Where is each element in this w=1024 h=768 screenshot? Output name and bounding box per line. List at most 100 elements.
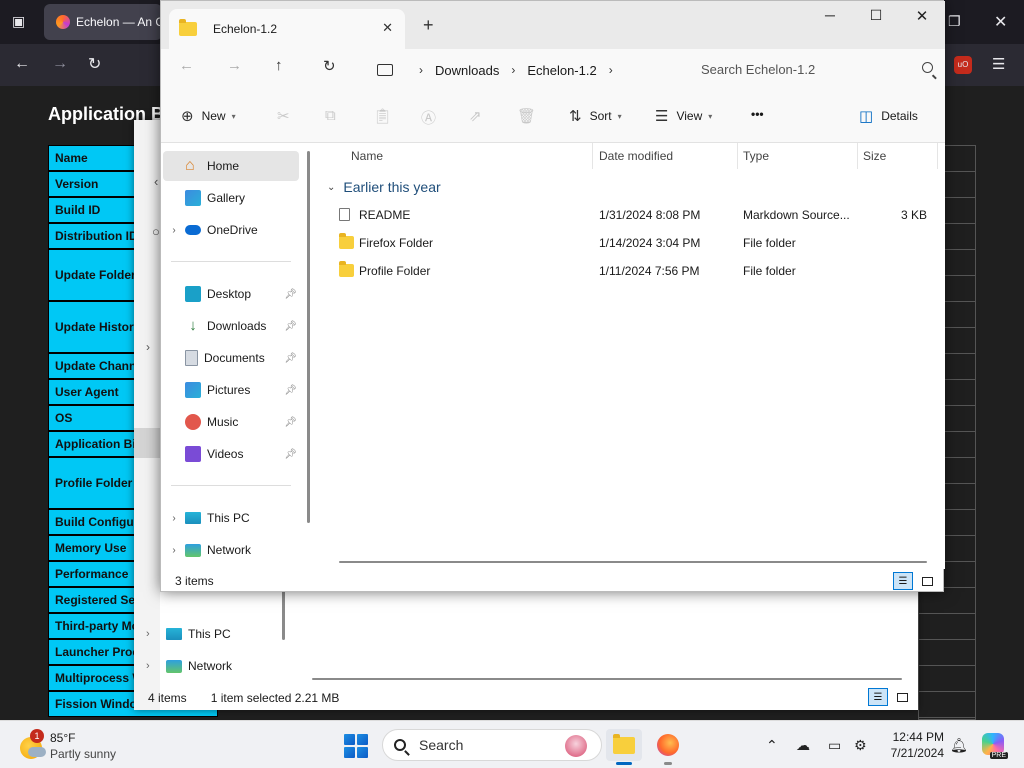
expand-chevron-icon[interactable]: › [163, 225, 185, 236]
close-button[interactable]: ✕ [899, 7, 945, 27]
chevron-right-icon[interactable]: › [609, 63, 613, 77]
firefox-tab[interactable]: Echelon — An C [44, 4, 162, 40]
tiles-view-button[interactable] [917, 572, 937, 590]
reload-icon[interactable]: ↻ [88, 54, 101, 74]
details-view-button[interactable]: ☰ [868, 688, 888, 706]
details-pane-button[interactable]: ◫ Details [859, 107, 918, 125]
sidebar-item-network[interactable]: › Network [163, 535, 299, 565]
expand-chevron-icon[interactable]: › [146, 340, 150, 354]
address-bar: ← → ↑ ↻ › Downloads › Echelon-1.2 › Sear… [161, 49, 945, 89]
notification-badge: 1 [30, 729, 44, 743]
status-bar: 3 items [161, 569, 945, 593]
refresh-icon[interactable]: ○ [152, 224, 160, 239]
sidebar-item-home[interactable]: ⌂ Home [163, 151, 299, 181]
chevron-right-icon[interactable]: › [419, 63, 423, 77]
horizontal-scrollbar[interactable] [339, 561, 927, 563]
details-view-button[interactable]: ☰ [893, 572, 913, 590]
sidebar-item-documents[interactable]: Documents 📌︎ [163, 343, 299, 373]
view-button[interactable]: ☰ View ▾ [655, 107, 712, 125]
breadcrumb[interactable]: › Downloads › Echelon-1.2 › [369, 56, 685, 84]
column-header-name[interactable]: Name [351, 149, 383, 163]
expand-chevron-icon[interactable]: › [146, 660, 166, 672]
display-icon[interactable]: ▭ [828, 737, 841, 754]
paste-icon[interactable]: 📋︎ [373, 107, 392, 125]
explorer-tab[interactable]: Echelon-1.2 ✕ [169, 9, 405, 49]
file-row[interactable]: Profile Folder 1/11/2024 7:56 PM File fold… [331, 257, 941, 285]
nav-scrollbar[interactable] [282, 590, 285, 640]
column-divider[interactable] [937, 143, 938, 169]
tiles-icon [921, 576, 933, 586]
navigation-scrollbar[interactable] [307, 151, 310, 523]
refresh-icon[interactable]: ↻ [323, 57, 336, 75]
delete-icon[interactable]: 🗑︎ [517, 107, 536, 125]
file-explorer-taskbar-button[interactable] [606, 729, 642, 765]
file-row[interactable]: Firefox Folder 1/14/2024 3:04 PM File fold… [331, 229, 941, 257]
file-type: File folder [743, 264, 796, 278]
chevron-down-icon[interactable]: ⌄ [327, 182, 335, 193]
clock[interactable]: 12:44 PM 7/21/2024 [880, 729, 944, 761]
menu-icon[interactable]: ☰ [992, 55, 1005, 73]
this-pc-icon[interactable] [377, 64, 393, 76]
nav-item-this-pc[interactable]: › This PC [146, 622, 286, 646]
expand-chevron-icon[interactable]: › [146, 628, 166, 640]
group-header[interactable]: ⌄ Earlier this year [327, 179, 441, 195]
restore-window-icon[interactable]: ❐ [948, 13, 961, 30]
cloud-offline-icon[interactable]: ☁ [796, 737, 810, 754]
column-divider[interactable] [592, 143, 593, 169]
sidebar-item-onedrive[interactable]: › OneDrive [163, 215, 299, 245]
network-status-icon[interactable]: ⚙ [854, 737, 867, 754]
forward-icon[interactable]: → [52, 55, 68, 73]
tiles-view-button[interactable] [892, 688, 912, 706]
taskbar-search[interactable]: Search [382, 729, 602, 761]
sidebar-item-this-pc[interactable]: › This PC [163, 503, 299, 533]
search-input[interactable]: Search Echelon-1.2 [693, 55, 941, 83]
sidebar-item-pictures[interactable]: Pictures 📌︎ [163, 375, 299, 405]
column-divider[interactable] [857, 143, 858, 169]
minimize-button[interactable]: ─ [807, 7, 853, 27]
back-icon[interactable]: ‹ [154, 174, 158, 189]
chevron-down-icon: ▾ [617, 111, 622, 121]
back-icon[interactable]: ← [179, 57, 194, 74]
expand-chevron-icon[interactable]: › [163, 513, 185, 524]
forward-icon[interactable]: → [227, 57, 242, 74]
close-tab-icon[interactable]: ✕ [382, 20, 393, 36]
column-header-size[interactable]: Size [863, 149, 886, 163]
new-button[interactable]: ⊕ New ▾ [181, 107, 236, 125]
column-header-type[interactable]: Type [743, 149, 769, 163]
start-button[interactable] [344, 734, 368, 758]
breadcrumb-current[interactable]: Echelon-1.2 [527, 63, 596, 78]
sidebar-item-downloads[interactable]: ↓ Downloads 📌︎ [163, 311, 299, 341]
weather-widget[interactable]: 1 85°F Partly sunny [18, 729, 128, 763]
sidebar-item-music[interactable]: Music 📌︎ [163, 407, 299, 437]
close-window-icon[interactable]: ✕ [994, 12, 1007, 32]
ublock-icon[interactable]: uO [954, 56, 972, 74]
firefox-view-icon[interactable]: ▣ [12, 13, 25, 30]
expand-chevron-icon[interactable]: › [163, 545, 185, 556]
breadcrumb-downloads[interactable]: Downloads [435, 63, 499, 78]
maximize-button[interactable]: ☐ [853, 7, 899, 27]
more-options-button[interactable]: ••• [751, 107, 764, 121]
back-icon[interactable]: ← [14, 55, 30, 73]
nav-item-label: This PC [188, 627, 231, 641]
sidebar-item-gallery[interactable]: Gallery [163, 183, 299, 213]
column-divider[interactable] [737, 143, 738, 169]
sidebar-item-desktop[interactable]: Desktop 📌︎ [163, 279, 299, 309]
column-header-date[interactable]: Date modified [599, 149, 673, 163]
horizontal-scrollbar[interactable] [312, 678, 902, 680]
up-icon[interactable]: ↑ [275, 57, 283, 74]
rename-icon[interactable]: Ⓐ [421, 107, 436, 128]
sort-button[interactable]: ⇅ Sort ▾ [569, 107, 622, 125]
file-row[interactable]: README 1/31/2024 8:08 PM Markdown Source..… [331, 201, 941, 229]
share-icon[interactable]: ⇗ [469, 107, 482, 125]
chevron-up-icon[interactable]: ⌃ [766, 737, 778, 754]
chevron-right-icon[interactable]: › [511, 63, 515, 77]
sidebar-item-videos[interactable]: Videos 📌︎ [163, 439, 299, 469]
cut-icon[interactable]: ✂ [277, 107, 290, 125]
firefox-taskbar-button[interactable] [650, 729, 686, 765]
new-tab-icon[interactable]: + [423, 15, 434, 36]
copilot-button[interactable]: PRE [982, 733, 1008, 759]
nav-item-network[interactable]: › Network [146, 654, 286, 678]
pin-icon: 📌︎ [284, 384, 297, 396]
bell-icon[interactable]: 🔔︎ [950, 737, 968, 754]
copy-icon[interactable]: ⧉ [325, 107, 336, 124]
